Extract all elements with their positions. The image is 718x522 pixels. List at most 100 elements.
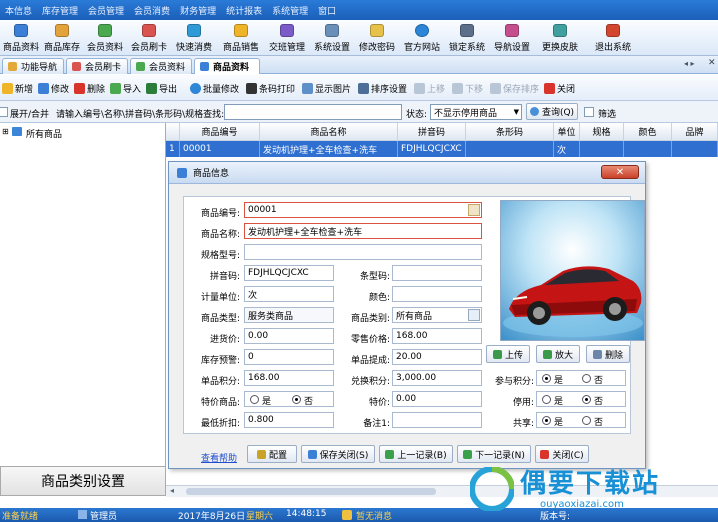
special-yes-radio[interactable] <box>250 395 259 404</box>
category-settings-button[interactable]: 商品类别设置 <box>0 466 166 496</box>
status-message[interactable]: 暂无消息 <box>356 509 392 522</box>
toolbar-item-skin[interactable]: 更换皮肤 <box>536 20 584 56</box>
barcode-print-button[interactable]: 条码打印 <box>246 80 295 96</box>
menu-item[interactable]: 财务管理 <box>175 4 221 17</box>
tree-root-item[interactable]: 所有商品 <box>26 127 62 140</box>
toolbar-item-website[interactable]: 官方网站 <box>400 20 444 56</box>
tab-member-card[interactable]: 会员刷卡 <box>66 58 128 74</box>
join-points-yes-radio[interactable] <box>542 374 551 383</box>
grid-header-unit[interactable]: 单位 <box>554 123 580 141</box>
join-points-no-radio[interactable] <box>582 374 591 383</box>
toolbar-item-inventory[interactable]: 商品库存 <box>42 20 82 56</box>
import-button[interactable]: 导入 <box>110 80 141 96</box>
browse-icon[interactable] <box>468 309 480 321</box>
sort-settings-button[interactable]: 排序设置 <box>358 80 407 96</box>
menu-item[interactable]: 本信息 <box>0 4 37 17</box>
delete-image-button[interactable]: 删除 <box>586 345 630 363</box>
config-button[interactable]: 配置 <box>247 445 297 463</box>
grid-header-barcode[interactable]: 条形码 <box>466 123 554 141</box>
category-field[interactable]: 所有商品 <box>392 307 482 323</box>
batch-edit-button[interactable]: 批量修改 <box>190 80 239 96</box>
points-field[interactable]: 168.00 <box>244 370 334 386</box>
unit-field[interactable]: 次 <box>244 286 334 302</box>
toolbar-item-settings[interactable]: 系统设置 <box>310 20 354 56</box>
menu-item[interactable]: 窗口 <box>313 4 341 17</box>
delete-button[interactable]: 删除 <box>74 80 105 96</box>
grid-header-pinyin[interactable]: 拼音码 <box>398 123 466 141</box>
close-button[interactable]: 关闭 <box>544 80 575 96</box>
grid-header-color[interactable]: 颜色 <box>624 123 672 141</box>
zoom-image-button[interactable]: 放大 <box>536 345 580 363</box>
filter-checkbox[interactable] <box>584 107 594 117</box>
tab-products[interactable]: 商品资料 <box>194 58 260 74</box>
toolbar-item-member-card[interactable]: 会员刷卡 <box>128 20 170 56</box>
grid-header-code[interactable]: 商品编号 <box>180 123 260 141</box>
note-field[interactable] <box>392 412 482 428</box>
export-button[interactable]: 导出 <box>146 80 177 96</box>
tree-expand-icon[interactable]: ⊞ <box>2 127 9 136</box>
pinyin-field[interactable]: FDJHLQCJCXC <box>244 265 334 281</box>
status-select[interactable]: 不显示停用商品 ▼ <box>430 104 522 120</box>
name-field[interactable]: 发动机护理+全车检查+洗车 <box>244 223 482 239</box>
menu-item[interactable]: 系统管理 <box>267 4 313 17</box>
min-discount-field[interactable]: 0.800 <box>244 412 334 428</box>
spec-field[interactable] <box>244 244 482 260</box>
disabled-yes-radio[interactable] <box>542 395 551 404</box>
barcode-field[interactable] <box>392 265 482 281</box>
disabled-no-radio[interactable] <box>582 395 591 404</box>
dialog-footer-close-button[interactable]: 关闭(C) <box>535 445 589 463</box>
label-special: 特价商品: <box>200 398 240 408</box>
shared-no-radio[interactable] <box>582 416 591 425</box>
grid-header-brand[interactable]: 品牌 <box>672 123 718 141</box>
toolbar-item-products[interactable]: 商品资料 <box>0 20 42 56</box>
dialog-close-button[interactable]: ✕ <box>601 165 639 179</box>
toolbar-item-sales[interactable]: 商品销售 <box>218 20 264 56</box>
add-button[interactable]: 新增 <box>2 80 33 96</box>
purchase-price-field[interactable]: 0.00 <box>244 328 334 344</box>
tab-scroll-icon[interactable]: ◂ ▸ <box>684 59 695 68</box>
tab-nav[interactable]: 功能导航 <box>2 58 64 74</box>
prev-record-button[interactable]: 上一记录(B) <box>379 445 453 463</box>
shared-yes-radio[interactable] <box>542 416 551 425</box>
color-field[interactable] <box>392 286 482 302</box>
special-no-radio[interactable] <box>292 395 301 404</box>
grid-header-name[interactable]: 商品名称 <box>260 123 398 141</box>
scroll-left-icon[interactable]: ◂ <box>170 486 174 495</box>
menu-item[interactable]: 会员管理 <box>83 4 129 17</box>
menu-item[interactable]: 库存管理 <box>37 4 83 17</box>
search-input[interactable] <box>224 104 402 120</box>
code-field[interactable]: 00001 <box>244 202 482 218</box>
toolbar-item-lock[interactable]: 锁定系统 <box>445 20 489 56</box>
move-up-button[interactable]: 上移 <box>414 80 445 96</box>
close-icon[interactable]: ✕ <box>708 58 716 68</box>
save-sort-button[interactable]: 保存排序 <box>490 80 539 96</box>
next-record-button[interactable]: 下一记录(N) <box>457 445 531 463</box>
grid-header-spec[interactable]: 规格 <box>580 123 624 141</box>
menu-item[interactable]: 统计报表 <box>221 4 267 17</box>
commission-field[interactable]: 20.00 <box>392 349 482 365</box>
retail-price-field[interactable]: 168.00 <box>392 328 482 344</box>
expand-checkbox[interactable] <box>0 107 8 117</box>
menu-item[interactable]: 会员消费 <box>129 4 175 17</box>
show-image-button[interactable]: 显示图片 <box>302 80 351 96</box>
toolbar-item-nav-settings[interactable]: 导航设置 <box>490 20 534 56</box>
toolbar-item-quick-consume[interactable]: 快速消费 <box>172 20 216 56</box>
edit-button[interactable]: 修改 <box>38 80 69 96</box>
tab-members[interactable]: 会员资料 <box>130 58 192 74</box>
type-field[interactable]: 服务类商品 <box>244 307 334 323</box>
scrollbar-thumb[interactable] <box>186 488 436 495</box>
help-link[interactable]: 查看帮助 <box>201 451 237 464</box>
query-button[interactable]: 查询(Q) <box>526 103 578 120</box>
stock-alert-field[interactable]: 0 <box>244 349 334 365</box>
toolbar-item-shift[interactable]: 交班管理 <box>265 20 309 56</box>
special-price-field[interactable]: 0.00 <box>392 391 482 407</box>
save-close-button[interactable]: 保存关闭(S) <box>301 445 375 463</box>
toolbar-item-change-password[interactable]: 修改密码 <box>355 20 399 56</box>
move-down-button[interactable]: 下移 <box>452 80 483 96</box>
edit-pencil-icon[interactable] <box>468 204 480 216</box>
exchange-points-field[interactable]: 3,000.00 <box>392 370 482 386</box>
sort-icon <box>358 82 369 94</box>
upload-image-button[interactable]: 上传 <box>486 345 530 363</box>
toolbar-item-members[interactable]: 会员资料 <box>84 20 126 56</box>
toolbar-item-exit[interactable]: 退出系统 <box>590 20 636 56</box>
